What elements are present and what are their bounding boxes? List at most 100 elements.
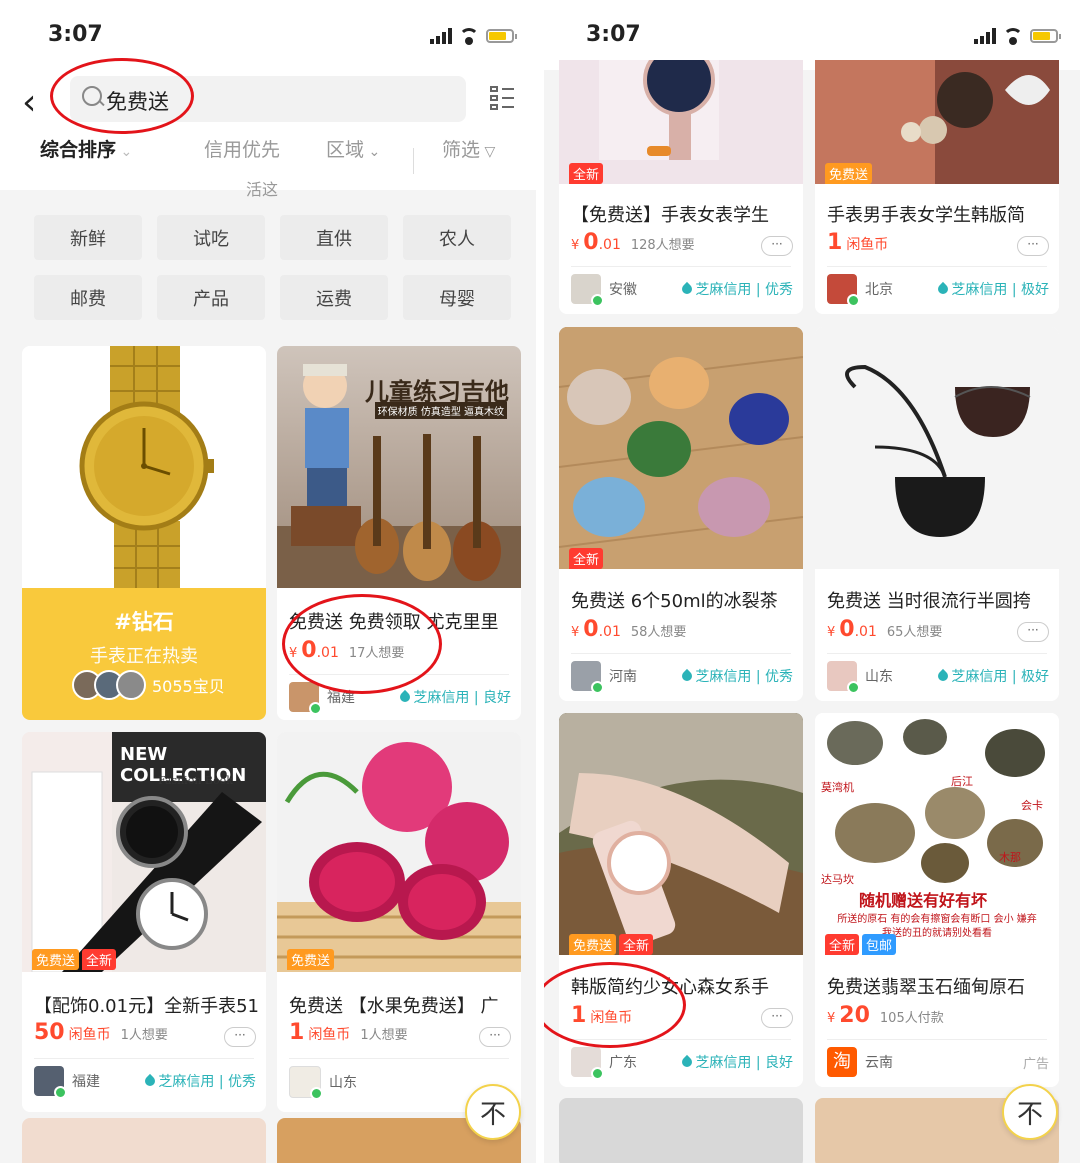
seller-row: 北京 芝麻信用 | 极好 <box>827 274 1049 307</box>
product-card[interactable]: 免费送 免费送 【水果免费送】 广 1 闲鱼币 1人想要 ··· 山东 <box>277 732 521 1112</box>
badge-free-gift: 免费送 <box>32 949 80 970</box>
seller-location: 安徽 <box>609 282 637 298</box>
more-options-button[interactable]: ··· <box>224 1027 256 1047</box>
product-title: 免费送 6个50ml的冰裂茶 <box>571 591 778 612</box>
product-card-partial[interactable] <box>22 1118 266 1163</box>
price-integer: 50 <box>34 1020 65 1045</box>
product-image-wrist-watch: 免费送 全新 <box>559 713 803 955</box>
more-options-button[interactable]: ··· <box>479 1027 511 1047</box>
sort-comprehensive[interactable]: 综合排序 ⌄ <box>40 135 132 162</box>
topic-hashtag: #钻石 <box>114 610 174 634</box>
seller-location: 广东 <box>609 1055 637 1071</box>
annotation-circle <box>50 58 194 134</box>
badge-free-gift: 免费送 <box>569 934 617 955</box>
featured-topic-card[interactable]: #钻石 手表正在热卖 5055宝贝 <box>22 346 266 720</box>
tag-item[interactable]: 直供 <box>280 215 388 260</box>
credit-badge: 芝麻信用 | 极好 <box>936 279 1049 299</box>
card-divider <box>827 1039 1047 1040</box>
back-to-top-button[interactable]: 不 <box>465 1084 521 1140</box>
seller-row: 安徽 芝麻信用 | 优秀 <box>571 274 793 307</box>
item-count-text: 5055宝贝 <box>152 677 225 696</box>
seller-location: 北京 <box>865 282 893 298</box>
sort-credit-first[interactable]: 信用优先 <box>204 135 280 162</box>
seller-location: 云南 <box>865 1055 893 1071</box>
back-arrow-icon[interactable]: ‹ <box>22 82 36 123</box>
sort-region-label: 区域 <box>326 138 365 161</box>
product-card[interactable]: 免费送 手表男手表女学生韩版简 1 闲鱼币 ··· 北京 芝麻信用 | 极好 <box>815 60 1059 314</box>
gold-watch-image <box>22 346 266 588</box>
avatar[interactable] <box>571 661 604 694</box>
left-phone-screen: 3:07 ‹ 免费送 综合排序 ⌄ 信用优先 区域 ⌄ 筛选 ▽ 活这 新鲜 试… <box>0 0 536 1163</box>
credit-text: 芝麻信用 | 良好 <box>695 1055 793 1071</box>
sesame-credit-icon <box>936 281 951 297</box>
price-symbol: ¥ <box>827 1011 836 1026</box>
product-card[interactable]: NEW COLLECTION Fashion Book 免费送 全新 【配饰0.… <box>22 732 266 1112</box>
sort-comprehensive-label: 综合排序 <box>40 138 117 161</box>
price-symbol: ¥ <box>571 238 580 253</box>
product-price: ¥ 0.01 65人想要 <box>827 617 942 642</box>
seller-row: 福建 芝麻信用 | 优秀 <box>34 1066 256 1099</box>
image-label: 会卡 <box>1021 799 1043 812</box>
more-options-button[interactable]: ··· <box>761 236 793 256</box>
tag-item[interactable]: 母婴 <box>403 275 511 320</box>
tag-item[interactable]: 邮费 <box>34 275 142 320</box>
featured-topic-banner: #钻石 手表正在热卖 5055宝贝 <box>22 588 266 720</box>
avatar[interactable] <box>289 1066 323 1100</box>
sort-region[interactable]: 区域 ⌄ <box>326 135 380 162</box>
product-price: 1 闲鱼币 <box>827 230 888 255</box>
filter-button[interactable]: 筛选 ▽ <box>442 135 495 162</box>
badge-new: 全新 <box>569 548 604 569</box>
ad-label: 广告 <box>1022 1056 1049 1072</box>
avatar[interactable] <box>827 661 860 694</box>
product-card[interactable]: 免费送 当时很流行半圆挎 ¥ 0.01 65人想要 ··· 山东 芝麻信用 | … <box>815 327 1059 701</box>
seller-row: 河南 芝麻信用 | 优秀 <box>571 661 793 694</box>
price-decimal: .01 <box>854 624 877 640</box>
badge-new: 全新 <box>569 163 604 184</box>
tag-item[interactable]: 农人 <box>403 215 511 260</box>
product-card[interactable]: 全新 【免费送】手表女表学生 ¥ 0.01 128人想要 ··· 安徽 芝麻信用… <box>559 60 803 314</box>
product-image-bag <box>815 327 1059 569</box>
more-options-button[interactable]: ··· <box>761 1008 793 1028</box>
want-count: 65人想要 <box>886 625 943 640</box>
card-divider <box>571 653 791 654</box>
tag-item[interactable]: 试吃 <box>157 215 265 260</box>
annotation-circle <box>282 594 442 694</box>
credit-badge: 芝麻信用 | 优秀 <box>680 279 793 299</box>
tag-item[interactable]: 运费 <box>280 275 388 320</box>
product-image-watches: NEW COLLECTION Fashion Book 免费送 全新 <box>22 732 266 972</box>
card-divider <box>827 266 1047 267</box>
product-card-partial[interactable] <box>559 1098 803 1163</box>
product-card-ad[interactable]: 莫湾机 后江 会卡 木那 达马坎 随机赠送有好有坏 所送的原石 有的会有擦窗会有… <box>815 713 1059 1087</box>
wifi-icon <box>1002 28 1024 45</box>
price-decimal: .01 <box>598 237 621 253</box>
badge-new: 全新 <box>825 934 860 955</box>
status-icons <box>974 28 1061 45</box>
seller-row: 广东 芝麻信用 | 良好 <box>571 1047 793 1080</box>
more-options-button[interactable]: ··· <box>1017 622 1049 642</box>
product-title: 免费送 【水果免费送】 广 <box>289 996 499 1017</box>
avatar[interactable] <box>34 1066 67 1099</box>
battery-icon <box>1030 29 1061 43</box>
avatar[interactable] <box>827 274 860 307</box>
more-options-button[interactable]: ··· <box>1017 236 1049 256</box>
avatar <box>116 670 146 700</box>
tag-item[interactable]: 产品 <box>157 275 265 320</box>
avatar[interactable] <box>571 274 604 307</box>
back-to-top-button[interactable]: 不 <box>1002 1084 1058 1140</box>
avatar[interactable] <box>571 1047 604 1080</box>
signal-icon <box>974 28 996 44</box>
credit-badge: 芝麻信用 | 良好 <box>680 1052 793 1072</box>
credit-badge: 芝麻信用 | 优秀 <box>680 666 793 686</box>
product-image-ukulele: 儿童练习吉他 环保材质 仿真造型 逼真木纹 <box>277 346 521 588</box>
price-integer: 1 <box>827 230 843 255</box>
price-integer: 0 <box>583 230 599 255</box>
price-integer: 0 <box>839 617 855 642</box>
tag-item[interactable]: 新鲜 <box>34 215 142 260</box>
image-overlay-title: 随机赠送有好有坏 <box>859 891 988 910</box>
product-card[interactable]: 全新 免费送 6个50ml的冰裂茶 ¥ 0.01 58人想要 河南 芝麻信用 |… <box>559 327 803 701</box>
image-label: 木那 <box>999 851 1021 864</box>
sesame-credit-icon <box>143 1073 158 1089</box>
avatar[interactable] <box>289 682 322 715</box>
sesame-credit-icon <box>936 668 951 684</box>
list-view-icon[interactable] <box>490 86 514 110</box>
